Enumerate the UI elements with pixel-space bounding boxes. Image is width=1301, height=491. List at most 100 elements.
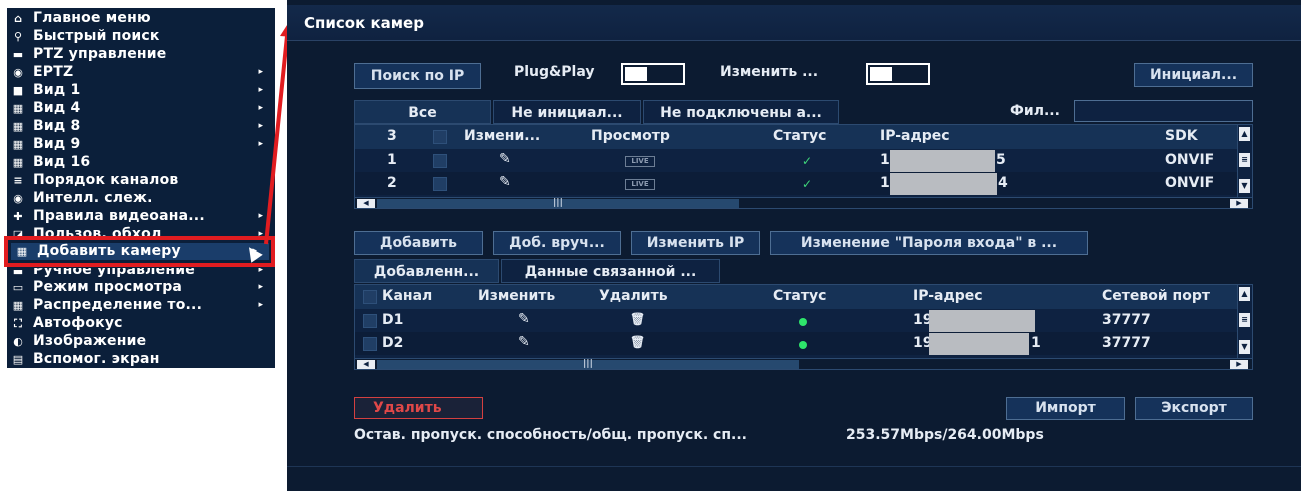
- header-delete: Удалить: [599, 288, 668, 304]
- row-checkbox[interactable]: [363, 337, 377, 351]
- initialize-button[interactable]: Инициал...: [1134, 63, 1253, 87]
- analytics-icon: ✚: [13, 210, 23, 223]
- tab-not-connected[interactable]: Не подключены а...: [643, 100, 839, 124]
- menu-item-quick-search[interactable]: ⚲ Быстрый поиск: [7, 28, 275, 45]
- row-checkbox[interactable]: [433, 177, 447, 191]
- select-all-checkbox[interactable]: [433, 130, 447, 144]
- menu-item-ptz[interactable]: ▬ PTZ управление: [7, 46, 275, 63]
- view-9-icon: ▦: [12, 138, 24, 151]
- menu-item-view-9[interactable]: ▦ Вид 9 ▸: [7, 136, 275, 153]
- header-edit: Изменить: [478, 288, 556, 304]
- add-button[interactable]: Добавить: [354, 231, 483, 255]
- plug-play-toggle[interactable]: [621, 63, 685, 85]
- change-toggle[interactable]: [866, 63, 930, 85]
- menu-item-stream-distribution[interactable]: ▦ Распределение то... ▸: [7, 297, 275, 314]
- table-row[interactable]: D1 ✎ 🗑 19 37777: [355, 309, 1237, 332]
- table-row[interactable]: 1 ✎ LIVE ✓ 1 5 ONVIF: [355, 149, 1237, 172]
- change-login-password-button[interactable]: Изменение "Пароля входа" в ...: [770, 231, 1088, 255]
- header-status: Статус: [773, 128, 827, 144]
- horizontal-scrollbar[interactable]: ◀ ||| ▶: [355, 358, 1252, 369]
- view-8-icon: ▦: [12, 120, 24, 133]
- menu-item-view-mode[interactable]: ▭ Режим просмотра ▸: [7, 279, 275, 296]
- search-by-ip-button[interactable]: Поиск по IP: [354, 63, 481, 89]
- menu-item-view-8[interactable]: ▦ Вид 8 ▸: [7, 118, 275, 135]
- menu-item-view-16[interactable]: ▦ Вид 16: [7, 154, 275, 171]
- scroll-down-icon[interactable]: ▼: [1239, 179, 1250, 193]
- menu-item-video-analytics-rules[interactable]: ✚ Правила видеоана... ▸: [7, 208, 275, 225]
- blurred-ip: [929, 333, 1029, 355]
- header-ip: IP-адрес: [880, 128, 950, 144]
- table-row[interactable]: 2 ✎ LIVE ✓ 1 4 ONVIF: [355, 172, 1237, 195]
- horizontal-scrollbar[interactable]: ◀ ||| ▶: [355, 197, 1252, 208]
- header-status: Статус: [773, 288, 827, 304]
- live-preview-icon[interactable]: LIVE: [625, 156, 655, 167]
- found-devices-table: 3 Измени... Просмотр Статус IP-адрес SDK…: [354, 124, 1253, 209]
- scroll-up-icon[interactable]: ▲: [1239, 287, 1250, 301]
- divider: [287, 466, 1301, 467]
- added-devices-table: Канал Изменить Удалить Статус IP-адрес С…: [354, 284, 1253, 370]
- menu-item-autofocus[interactable]: ⛶ Автофокус: [7, 315, 275, 332]
- vertical-scrollbar[interactable]: ▲ ≡ ▼: [1237, 125, 1252, 197]
- submenu-arrow-icon: ▸: [258, 282, 263, 292]
- scroll-up-icon[interactable]: ▲: [1239, 127, 1250, 141]
- live-preview-icon[interactable]: LIVE: [625, 179, 655, 190]
- export-button[interactable]: Экспорт: [1135, 397, 1253, 420]
- tracking-icon: ◉: [13, 192, 23, 205]
- menu-item-add-camera[interactable]: ▦ Добавить камеру ▸: [11, 243, 269, 260]
- import-button[interactable]: Импорт: [1006, 397, 1125, 420]
- tab-all[interactable]: Все: [354, 100, 491, 124]
- scroll-thumb[interactable]: ≡: [1239, 313, 1250, 327]
- view-1-icon: ■: [12, 84, 24, 97]
- blurred-ip: [890, 150, 995, 172]
- menu-item-main-menu[interactable]: ⌂ Главное меню: [7, 10, 275, 27]
- change-ip-button[interactable]: Изменить IP: [631, 231, 760, 255]
- home-icon: ⌂: [14, 12, 22, 25]
- context-menu: ⌂ Главное меню ⚲ Быстрый поиск ▬ PTZ управл…: [7, 8, 275, 368]
- scroll-right-icon[interactable]: ▶: [1230, 199, 1248, 208]
- add-manually-button[interactable]: Доб. вруч...: [493, 231, 621, 255]
- ptz-icon: ▬: [12, 48, 24, 61]
- menu-item-aux-screen[interactable]: ▤ Вспомог. экран: [7, 351, 275, 368]
- scroll-left-icon[interactable]: ◀: [357, 199, 375, 208]
- trash-icon[interactable]: 🗑: [630, 335, 645, 349]
- menu-item-view-1[interactable]: ■ Вид 1 ▸: [7, 82, 275, 99]
- status-online-icon: [799, 341, 807, 349]
- scroll-thumb[interactable]: ≡: [1239, 153, 1250, 167]
- panel-title: Список камер: [287, 5, 1301, 41]
- change-label: Изменить ...: [720, 64, 819, 80]
- eptz-icon: ◉: [13, 66, 23, 79]
- header-network-port: Сетевой порт: [1102, 288, 1210, 304]
- edit-pencil-icon[interactable]: ✎: [499, 151, 511, 167]
- menu-item-view-4[interactable]: ▦ Вид 4 ▸: [7, 100, 275, 117]
- scroll-left-icon[interactable]: ◀: [357, 360, 375, 369]
- scroll-down-icon[interactable]: ▼: [1239, 340, 1250, 354]
- table-row[interactable]: D2 ✎ 🗑 19 1 37777: [355, 332, 1237, 355]
- tab-not-initialized[interactable]: Не инициал...: [493, 100, 641, 124]
- row-checkbox[interactable]: [433, 154, 447, 168]
- blurred-ip: [890, 173, 997, 195]
- menu-item-channel-order[interactable]: ≡ Порядок каналов: [7, 172, 275, 189]
- edit-pencil-icon[interactable]: ✎: [518, 334, 530, 350]
- submenu-arrow-icon: ▸: [258, 300, 263, 310]
- blurred-ip: [929, 310, 1035, 332]
- tab-linked-data[interactable]: Данные связанной ...: [501, 259, 720, 283]
- trash-icon[interactable]: 🗑: [630, 312, 645, 326]
- edit-pencil-icon[interactable]: ✎: [499, 174, 511, 190]
- header-ip: IP-адрес: [913, 288, 983, 304]
- delete-button[interactable]: Удалить: [354, 397, 483, 419]
- camera-list-panel: Список камер Поиск по IP Plug&Play Измен…: [287, 0, 1301, 491]
- filter-input[interactable]: [1074, 100, 1253, 122]
- menu-item-eptz[interactable]: ◉ EPTZ ▸: [7, 64, 275, 81]
- edit-pencil-icon[interactable]: ✎: [518, 311, 530, 327]
- menu-item-smart-tracking[interactable]: ◉ Интелл. слеж.: [7, 190, 275, 207]
- tab-added-devices[interactable]: Добавленн...: [354, 259, 499, 283]
- channel-order-icon: ≡: [13, 174, 23, 187]
- vertical-scrollbar[interactable]: ▲ ≡ ▼: [1237, 285, 1252, 358]
- row-checkbox[interactable]: [363, 314, 377, 328]
- manual-control-icon: ▬: [12, 268, 24, 278]
- select-all-checkbox[interactable]: [363, 290, 377, 304]
- image-icon: ◐: [13, 335, 23, 348]
- scroll-right-icon[interactable]: ▶: [1230, 360, 1248, 369]
- menu-item-manual-control[interactable]: ▬ Ручное управление ▸: [7, 268, 275, 279]
- menu-item-image[interactable]: ◐ Изображение: [7, 333, 275, 350]
